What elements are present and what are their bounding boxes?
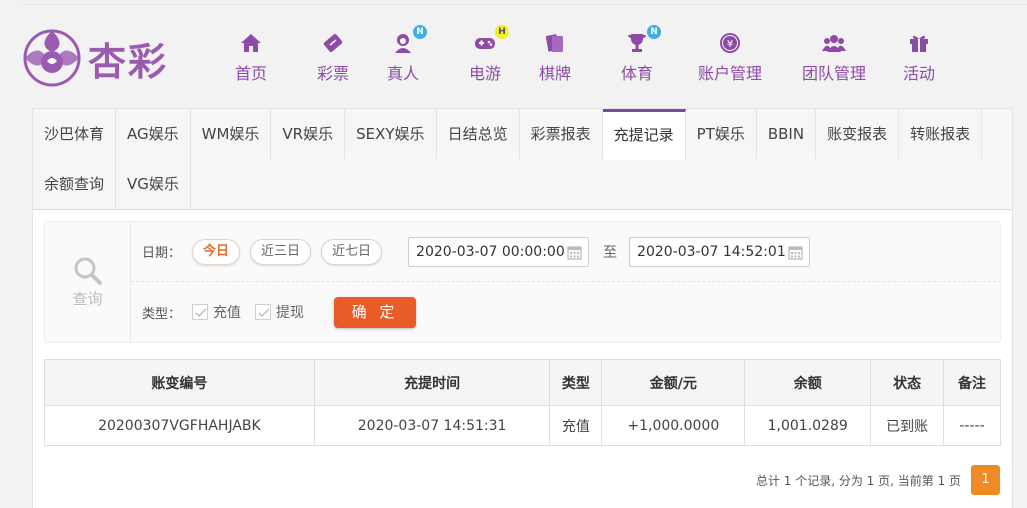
- logo-mark-icon: [23, 29, 81, 87]
- type-label: 类型：: [142, 306, 182, 322]
- query-label: 查询: [72, 289, 103, 308]
- search-icon: [74, 257, 102, 285]
- report-tabs: 沙巴体育 AG娱乐 WM娱乐 VR娱乐 SEXY娱乐 日结总览 彩票报表 充提记…: [33, 109, 1012, 210]
- trophy-icon: N: [624, 25, 661, 56]
- nav-label: 体育: [620, 64, 653, 83]
- nav-chess[interactable]: 棋牌: [526, 30, 584, 86]
- tab-lottery-report[interactable]: 彩票报表: [520, 109, 603, 159]
- nav-home[interactable]: 首页: [222, 30, 280, 86]
- content-panel: 沙巴体育 AG娱乐 WM娱乐 VR娱乐 SEXY娱乐 日结总览 彩票报表 充提记…: [32, 108, 1013, 508]
- nav-badge: N: [647, 25, 661, 39]
- type-deposit-label: 充值: [213, 305, 241, 321]
- cell-status: 已到账: [870, 405, 945, 446]
- col-time: 充提时间: [313, 359, 551, 406]
- tab-row-2: 余额查询 VG娱乐: [33, 159, 1012, 209]
- tab-balance-query[interactable]: 余额查询: [33, 159, 117, 209]
- nav-activity[interactable]: 活动: [890, 30, 948, 86]
- tab-deposit-withdraw-records[interactable]: 充提记录: [602, 109, 686, 160]
- nav-label: 彩票: [316, 64, 349, 83]
- col-type: 类型: [549, 359, 603, 406]
- nav-live[interactable]: N 真人: [374, 25, 432, 86]
- cell-transaction-id: 20200307VGFHAHJABK: [44, 405, 315, 446]
- nav-label: 电游: [468, 64, 501, 83]
- tab-sexy[interactable]: SEXY娱乐: [345, 109, 437, 159]
- nav-lottery[interactable]: 彩票: [292, 30, 374, 86]
- svg-text:¥: ¥: [727, 39, 733, 50]
- cell-balance: 1,001.0289: [744, 405, 872, 446]
- nav-label: 首页: [234, 64, 267, 83]
- nav-badge: N: [413, 25, 427, 39]
- nav-label: 活动: [902, 64, 935, 83]
- date-filter-row: 日期： 今日 近三日 近七日 2020-03-07 00:00:00 至 202…: [131, 222, 1001, 282]
- table-header-row: 账变编号 充提时间 类型 金额/元 余额 状态 备注: [44, 359, 1001, 406]
- tab-ag[interactable]: AG娱乐: [116, 109, 191, 159]
- start-datetime-value: 2020-03-07 00:00:00: [416, 243, 565, 260]
- query-section[interactable]: 查询: [45, 222, 131, 342]
- cell-amount: +1,000.0000: [601, 405, 746, 446]
- end-datetime-value: 2020-03-07 14:52:01: [637, 243, 786, 260]
- tab-saba-sports[interactable]: 沙巴体育: [33, 109, 117, 159]
- gift-icon: [906, 30, 932, 56]
- col-amount: 金额/元: [601, 359, 746, 406]
- nav-egame[interactable]: H 电游: [444, 25, 526, 86]
- main-nav: 首页 彩票 N 真人 H 电游 棋牌 N 体育 ¥ 账户管理 团队管理 活动: [222, 25, 948, 86]
- home-icon: [238, 30, 264, 56]
- start-datetime-input[interactable]: 2020-03-07 00:00:00: [408, 236, 590, 267]
- end-datetime-input[interactable]: 2020-03-07 14:52:01: [629, 236, 811, 267]
- type-withdraw-checkbox[interactable]: 提现: [255, 302, 304, 322]
- nav-account[interactable]: ¥ 账户管理: [682, 30, 778, 86]
- type-withdraw-label: 提现: [276, 305, 304, 321]
- preset-7-days[interactable]: 近七日: [321, 238, 383, 265]
- table-row: 20200307VGFHAHJABK 2020-03-07 14:51:31 充…: [44, 405, 1001, 446]
- nav-sports[interactable]: N 体育: [596, 25, 678, 86]
- preset-today[interactable]: 今日: [192, 238, 241, 265]
- tab-transfer-report[interactable]: 转账报表: [899, 109, 983, 159]
- nav-team[interactable]: 团队管理: [786, 30, 882, 86]
- preset-3-days[interactable]: 近三日: [250, 238, 312, 265]
- pagination-info: 总计 1 个记录, 分为 1 页, 当前第 1 页: [755, 473, 961, 488]
- tab-row-1: 沙巴体育 AG娱乐 WM娱乐 VR娱乐 SEXY娱乐 日结总览 彩票报表 充提记…: [33, 109, 1012, 160]
- team-icon: [821, 30, 847, 56]
- tab-account-change-report[interactable]: 账变报表: [816, 109, 900, 159]
- cell-time: 2020-03-07 14:51:31: [313, 405, 551, 446]
- range-to-label: 至: [603, 244, 618, 261]
- confirm-button[interactable]: 确 定: [334, 296, 416, 328]
- checkbox-icon: [192, 304, 208, 320]
- calendar-icon: [567, 246, 582, 259]
- col-remark: 备注: [943, 359, 1001, 406]
- site-header: 杏彩 首页 彩票 N 真人 H 电游 棋牌 N 体育 ¥ 账户管理 团队管理 活…: [0, 0, 1027, 108]
- gamepad-icon: H: [472, 25, 509, 56]
- tab-vg[interactable]: VG娱乐: [116, 159, 191, 209]
- nav-label: 团队管理: [801, 64, 866, 83]
- col-transaction-id: 账变编号: [44, 359, 315, 406]
- tab-vr[interactable]: VR娱乐: [271, 109, 346, 159]
- type-filter-row: 类型： 充值 提现 确 定: [131, 282, 1001, 342]
- cell-remark: -----: [943, 405, 1001, 446]
- dealer-icon: N: [390, 25, 427, 56]
- brand-logo[interactable]: 杏彩: [22, 26, 182, 90]
- tab-wm[interactable]: WM娱乐: [191, 109, 272, 159]
- calendar-icon: [788, 246, 803, 259]
- col-balance: 余额: [744, 359, 872, 406]
- yen-coin-icon: ¥: [717, 30, 743, 56]
- nav-label: 棋牌: [538, 64, 571, 83]
- cards-icon: [542, 30, 568, 56]
- records-table: 账变编号 充提时间 类型 金额/元 余额 状态 备注 20200307VGFHA…: [44, 359, 1001, 446]
- tab-daily-overview[interactable]: 日结总览: [437, 109, 520, 159]
- checkbox-icon: [255, 304, 271, 320]
- ticket-icon: [320, 30, 346, 56]
- type-deposit-checkbox[interactable]: 充值: [192, 302, 241, 322]
- page-button-current[interactable]: 1: [971, 465, 1000, 495]
- tab-bbin[interactable]: BBIN: [757, 109, 817, 159]
- col-status: 状态: [870, 359, 945, 406]
- pagination: 总计 1 个记录, 分为 1 页, 当前第 1 页 1: [756, 465, 1000, 495]
- logo-text: 杏彩: [88, 38, 169, 84]
- date-label: 日期：: [142, 246, 182, 261]
- cell-type: 充值: [549, 405, 603, 446]
- filter-box: 查询 日期： 今日 近三日 近七日 2020-03-07 00:00:00 至 …: [44, 221, 1001, 343]
- tab-pt[interactable]: PT娱乐: [686, 109, 757, 159]
- nav-label: 真人: [386, 64, 419, 83]
- nav-label: 账户管理: [697, 64, 762, 83]
- nav-badge: H: [495, 25, 509, 39]
